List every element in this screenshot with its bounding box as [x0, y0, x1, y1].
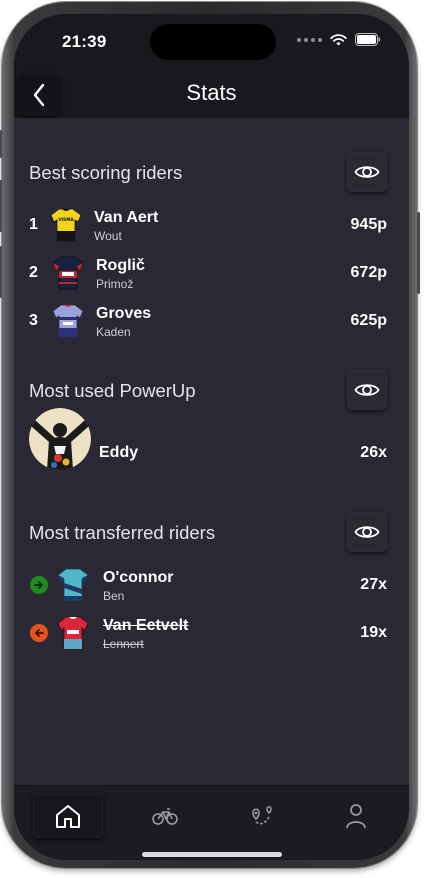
volume-up-button — [0, 180, 2, 232]
transfer-count: 19x — [360, 624, 387, 641]
rider-first-name: Ben — [103, 589, 125, 603]
powerup-avatar — [29, 408, 91, 470]
tab-home[interactable] — [33, 794, 103, 838]
stats-content: Best scoring riders 1 VISMA Van Aert Wou… — [14, 118, 409, 785]
eddy-illustration-icon — [29, 408, 91, 470]
eye-icon — [354, 526, 380, 538]
powerup-name: Eddy — [99, 444, 139, 461]
rider-first-name: Lennert — [103, 637, 144, 651]
page-title: Stats — [186, 80, 237, 105]
transfer-count: 27x — [360, 576, 387, 593]
mute-switch — [0, 130, 2, 158]
jersey-icon — [57, 616, 89, 650]
best-scoring-title: Best scoring riders — [29, 162, 183, 183]
rider-points: 672p — [350, 264, 387, 281]
home-indicator — [142, 852, 282, 857]
power-button — [417, 212, 420, 294]
tab-route[interactable] — [226, 794, 296, 838]
rider-last-name: Groves — [96, 305, 152, 322]
jersey-icon — [52, 256, 84, 290]
jersey-icon — [52, 304, 84, 338]
jersey-icon — [57, 568, 89, 602]
dynamic-island — [150, 24, 276, 60]
rider-first-name: Kaden — [96, 325, 131, 339]
best-scoring-eye-button[interactable] — [347, 152, 387, 192]
jersey-icon: VISMA — [50, 208, 82, 242]
battery-icon — [355, 33, 381, 46]
nav-bar: Stats — [14, 64, 409, 118]
transfer-out-icon — [30, 624, 48, 642]
powerup-eye-button[interactable] — [347, 370, 387, 410]
rider-rank: 1 — [29, 216, 38, 233]
transferred-eye-button[interactable] — [347, 512, 387, 552]
powerup-title: Most used PowerUp — [29, 380, 196, 401]
rider-rank: 3 — [29, 312, 38, 329]
rider-first-name: Primož — [96, 277, 134, 291]
phone-frame: 21:39 Stats Best scoring riders 1 VISMA … — [0, 2, 420, 868]
signal-icon — [297, 37, 322, 42]
rider-rank: 2 — [29, 264, 38, 281]
eye-icon — [354, 166, 380, 178]
rider-first-name: Wout — [94, 229, 122, 243]
status-time: 21:39 — [62, 32, 107, 51]
rider-last-name: O'connor — [103, 569, 174, 586]
eye-icon — [354, 384, 380, 396]
rider-points: 945p — [350, 216, 387, 233]
home-icon — [56, 805, 80, 828]
rider-last-name: Van Aert — [94, 209, 159, 226]
tab-bar — [14, 785, 409, 860]
rider-points: 625p — [350, 312, 387, 329]
transfer-in-icon — [30, 576, 48, 594]
wifi-icon — [330, 33, 347, 45]
volume-down-button — [0, 246, 2, 298]
status-icons — [297, 33, 381, 46]
bicycle-icon — [152, 808, 178, 825]
person-icon — [346, 804, 366, 829]
screen: 21:39 Stats Best scoring riders 1 VISMA … — [14, 14, 409, 860]
powerup-count: 26x — [360, 444, 387, 461]
transferred-title: Most transferred riders — [29, 522, 216, 543]
tab-bike[interactable] — [130, 794, 200, 838]
svg-text:VISMA: VISMA — [58, 217, 74, 222]
route-icon — [252, 806, 272, 825]
rider-last-name: Roglič — [96, 257, 145, 274]
status-bar: 21:39 — [14, 14, 409, 64]
tab-profile[interactable] — [321, 794, 391, 838]
rider-last-name: Van Eetvelt — [103, 617, 189, 634]
